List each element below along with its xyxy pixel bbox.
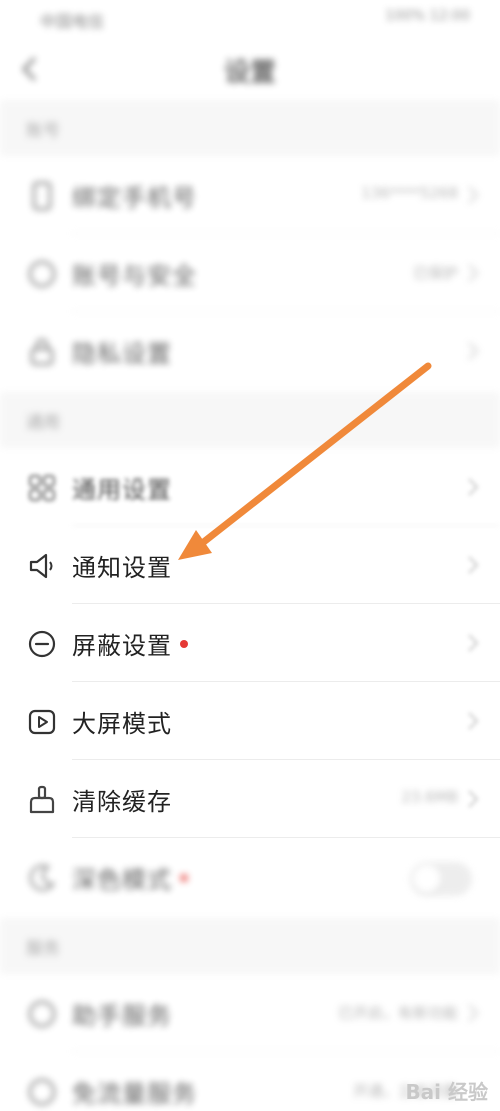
row-bind-phone[interactable]: 绑定手机号 136****5268: [0, 156, 500, 234]
row-value: 23.6MB: [401, 788, 458, 806]
row-general-settings[interactable]: 通用设置: [0, 448, 500, 526]
grid-icon: [28, 474, 56, 502]
row-clear-cache[interactable]: 清除缓存 23.6MB: [0, 760, 500, 838]
row-label: 清除缓存: [72, 788, 172, 816]
block-icon: [28, 630, 56, 658]
speaker-icon: [29, 553, 53, 579]
chevron-right-icon: [468, 556, 479, 574]
row-label: 通知设置: [72, 554, 172, 582]
row-notification-settings[interactable]: 通知设置: [0, 526, 500, 604]
row-label: 深色模式: [72, 860, 188, 895]
dark-mode-toggle[interactable]: [410, 862, 472, 896]
row-assistant-service[interactable]: 助手服务 已开启，有新功能: [0, 974, 500, 1052]
status-info: 100% 12:00: [385, 8, 470, 24]
section-title: 账号: [26, 121, 60, 141]
broom-icon: [29, 785, 55, 814]
page-title: 设置: [223, 58, 276, 88]
row-label-text: 深色模式: [72, 866, 172, 894]
row-label: 大屏模式: [72, 710, 172, 738]
section-header-account: 账号: [0, 100, 500, 156]
data-icon: [28, 1078, 56, 1106]
new-badge-dot: [180, 874, 188, 882]
carrier-text: 中国电信: [40, 12, 105, 31]
row-privacy-settings[interactable]: 隐私设置: [0, 312, 500, 390]
section-header-service: 服务: [0, 918, 500, 974]
row-large-screen-mode[interactable]: 大屏模式: [0, 682, 500, 760]
row-value: 136****5268: [361, 184, 458, 202]
row-block-settings[interactable]: 屏蔽设置: [0, 604, 500, 682]
chevron-right-icon: [468, 1004, 479, 1022]
shield-icon: [28, 260, 56, 288]
chevron-right-icon: [468, 342, 479, 360]
chevron-right-icon: [468, 712, 479, 730]
row-label-text: 屏蔽设置: [72, 632, 172, 660]
row-label: 助手服务: [72, 1002, 172, 1030]
play-screen-icon: [28, 709, 56, 735]
chevron-right-icon: [468, 264, 479, 282]
row-label: 通用设置: [72, 476, 172, 504]
section-header-general: 通用: [0, 392, 500, 448]
assistant-icon: [28, 1000, 56, 1028]
phone-icon: [32, 181, 52, 211]
section-title: 服务: [26, 939, 60, 959]
row-label: 账号与安全: [72, 262, 197, 290]
new-badge-dot: [180, 640, 188, 648]
section-title: 通用: [26, 413, 60, 433]
chevron-right-icon: [468, 634, 479, 652]
row-label: 隐私设置: [72, 340, 172, 368]
settings-screen: 中国电信 100% 12:00 设置 账号 绑定手机号 136****5268 …: [0, 0, 500, 1111]
row-account-security[interactable]: 账号与安全 已保护: [0, 234, 500, 312]
row-value: 已保护: [412, 264, 458, 282]
nav-bar: 设置: [0, 36, 500, 100]
status-bar: 中国电信 100% 12:00: [0, 0, 500, 36]
row-label: 屏蔽设置: [72, 626, 188, 661]
moon-icon: [29, 864, 56, 891]
row-label: 免流量服务: [72, 1080, 197, 1108]
watermark: Bai 经验: [405, 1080, 488, 1104]
lock-icon: [30, 338, 54, 366]
chevron-right-icon: [468, 186, 479, 204]
chevron-right-icon: [468, 478, 479, 496]
row-label: 绑定手机号: [72, 184, 197, 212]
chevron-right-icon: [468, 790, 479, 808]
row-dark-mode[interactable]: 深色模式: [0, 838, 500, 916]
row-value: 已开启，有新功能: [337, 1004, 458, 1022]
